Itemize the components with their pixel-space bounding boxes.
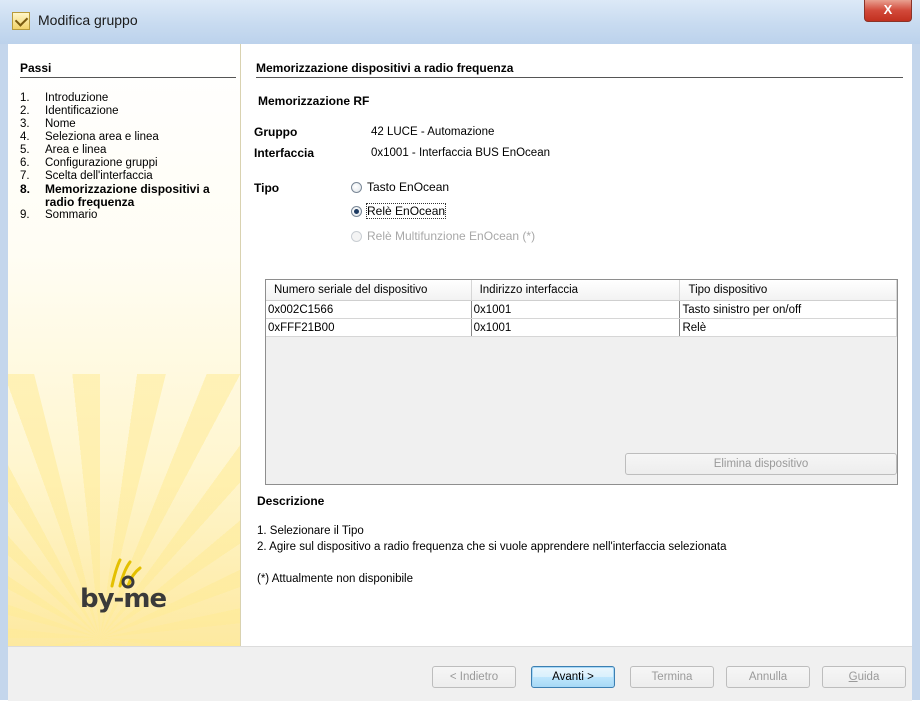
app-icon: [12, 12, 30, 30]
step-label: Seleziona area e linea: [45, 131, 159, 143]
logo-text: by-me: [80, 584, 167, 614]
step-item: 8. Memorizzazione dispositivi a radio fre…: [20, 183, 230, 209]
step-number: 2.: [20, 105, 30, 117]
window-frame-left: [0, 44, 8, 700]
steps-panel: Passi 1. Introduzione 2. Identificazione 3. N…: [8, 44, 241, 646]
description-title: Descrizione: [257, 494, 325, 508]
title-bar: Modifica gruppo X: [0, 0, 920, 45]
step-number: 5.: [20, 144, 30, 156]
window-title: Modifica gruppo: [38, 12, 138, 28]
sub-title: Memorizzazione RF: [258, 94, 370, 108]
step-number: 8.: [20, 182, 31, 196]
byme-logo: by-me: [80, 556, 170, 626]
footer-bar: < Indietro Avanti > Termina Annulla Guid…: [8, 646, 912, 701]
close-button[interactable]: X: [864, 0, 912, 22]
next-button[interactable]: Avanti >: [531, 666, 615, 688]
finish-button[interactable]: Termina: [630, 666, 714, 688]
step-label: Sommario: [45, 209, 98, 221]
step-label: Introduzione: [45, 92, 109, 104]
column-header[interactable]: Indirizzo interfaccia: [471, 280, 681, 301]
step-label: Nome: [45, 118, 76, 130]
step-label: Memorizzazione dispositivi a radio frequ…: [45, 182, 210, 209]
table-cell: 0x1001: [471, 300, 681, 319]
steps-title: Passi: [20, 61, 52, 75]
description-line-2: 2. Agire sul dispositivo a radio frequen…: [257, 541, 727, 553]
group-label: Gruppo: [254, 125, 298, 139]
step-item: 6. Configurazione gruppi: [20, 157, 230, 170]
step-number: 6.: [20, 157, 30, 169]
step-item: 4. Seleziona area e linea: [20, 131, 230, 144]
steps-divider: [20, 77, 236, 78]
type-option[interactable]: Relè EnOcean: [351, 203, 447, 219]
step-number: 9.: [20, 209, 30, 221]
radio-label: Relè Multifunzione EnOcean (*): [367, 229, 536, 243]
help-mnemonic: G: [848, 671, 858, 683]
column-header[interactable]: Tipo dispositivo: [679, 280, 897, 301]
steps-list: 1. Introduzione 2. Identificazione 3. Nome 4. S…: [20, 92, 230, 222]
cancel-button[interactable]: Annulla: [726, 666, 810, 688]
table-cell: Tasto sinistro per on/off: [679, 300, 897, 319]
step-item: 9. Sommario: [20, 209, 230, 222]
step-label: Configurazione gruppi: [45, 157, 158, 169]
description-line-1: 1. Selezionare il Tipo: [257, 525, 364, 537]
table-cell: 0xFFF21B00: [266, 318, 472, 337]
radio-label: Relè EnOcean: [365, 203, 447, 219]
radio-button: [351, 230, 362, 242]
table-row[interactable]: 0xFFF21B00 0x1001 Relè: [266, 318, 897, 337]
column-header[interactable]: Numero seriale del dispositivo: [266, 280, 472, 301]
section-divider: [256, 77, 903, 78]
window-frame-right: [912, 44, 920, 700]
table-cell: 0x002C1566: [266, 300, 472, 319]
step-number: 1.: [20, 92, 30, 104]
radio-button[interactable]: [351, 205, 362, 217]
type-label: Tipo: [254, 181, 280, 195]
help-label-rest: uida: [857, 671, 880, 683]
table-cell: Relè: [679, 318, 897, 337]
step-item: 2. Identificazione: [20, 105, 230, 118]
step-item: 5. Area e linea: [20, 144, 230, 157]
radio-button[interactable]: [351, 181, 362, 193]
table-row[interactable]: 0x002C1566 0x1001 Tasto sinistro per on/of…: [266, 300, 897, 319]
main-content: Memorizzazione dispositivi a radio frequ…: [241, 44, 912, 646]
step-item: 3. Nome: [20, 118, 230, 131]
type-option[interactable]: Tasto EnOcean: [351, 180, 449, 194]
help-button[interactable]: Guida: [822, 666, 906, 688]
back-button[interactable]: < Indietro: [432, 666, 516, 688]
step-label: Identificazione: [45, 105, 119, 117]
interface-value: 0x1001 - Interfaccia BUS EnOcean: [371, 147, 550, 159]
delete-device-button[interactable]: Elimina dispositivo: [625, 453, 897, 475]
section-title: Memorizzazione dispositivi a radio frequ…: [256, 61, 514, 75]
group-value: 42 LUCE - Automazione: [371, 126, 495, 138]
step-number: 3.: [20, 118, 30, 130]
table-cell: 0x1001: [471, 318, 681, 337]
step-item: 1. Introduzione: [20, 92, 230, 105]
availability-note: (*) Attualmente non disponibile: [257, 573, 413, 585]
radio-label: Tasto EnOcean: [367, 180, 450, 194]
type-option: Relè Multifunzione EnOcean (*): [351, 229, 535, 243]
interface-label: Interfaccia: [254, 146, 315, 160]
step-number: 4.: [20, 131, 30, 143]
step-label: Area e linea: [45, 144, 107, 156]
